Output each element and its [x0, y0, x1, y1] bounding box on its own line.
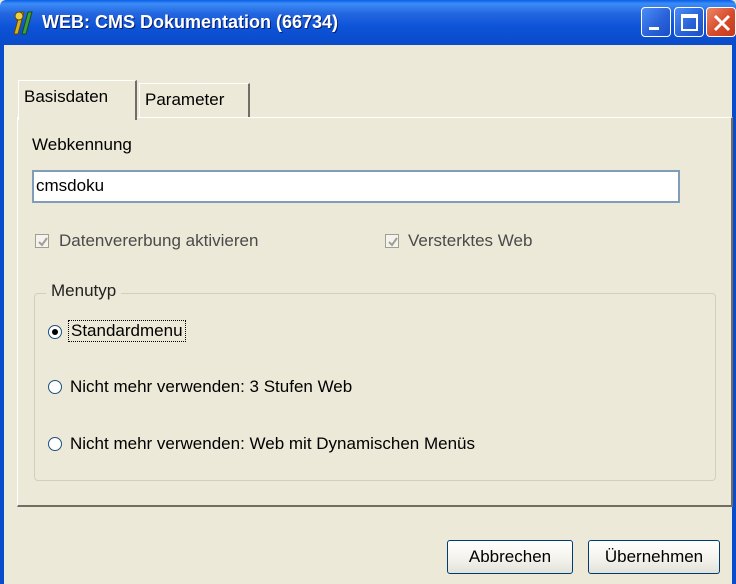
window-title: WEB: CMS Dokumentation (66734): [42, 12, 339, 32]
radio-dynamische-menues[interactable]: [48, 437, 62, 451]
webkennung-input[interactable]: cmsdoku: [32, 170, 680, 203]
radio-dot: [52, 329, 58, 335]
radio-standardmenu[interactable]: [48, 325, 62, 339]
tab-basisdaten-label: Basisdaten: [24, 87, 109, 106]
menutyp-legend: Menutyp: [46, 281, 122, 301]
tab-parameter[interactable]: Parameter: [139, 83, 250, 117]
minimize-icon: [649, 27, 659, 30]
checkmark-icon: [388, 237, 398, 247]
checkmark-icon: [38, 237, 48, 247]
radio-3-stufen-web[interactable]: [48, 380, 62, 394]
apply-button[interactable]: Übernehmen: [588, 540, 720, 574]
window-frame-left: [0, 45, 4, 584]
minimize-button[interactable]: [641, 7, 671, 37]
datenvererbung-label: Datenvererbung aktivieren: [59, 231, 259, 250]
maximize-button[interactable]: [674, 7, 704, 37]
datenvererbung-checkbox[interactable]: [35, 234, 49, 248]
webkennung-label: Webkennung: [32, 135, 132, 154]
versteckt-label: Versterktes Web: [408, 231, 533, 250]
maximize-icon: [681, 14, 698, 31]
versteckt-checkbox[interactable]: [385, 234, 399, 248]
radio-standardmenu-label: Standardmenu: [68, 320, 186, 342]
tab-parameter-label: Parameter: [145, 90, 225, 109]
app-icon: [13, 11, 33, 35]
close-button[interactable]: [706, 7, 736, 37]
tab-basisdaten[interactable]: Basisdaten: [18, 80, 137, 120]
title-bar: WEB: CMS Dokumentation (66734): [0, 0, 736, 45]
close-icon: [713, 14, 731, 32]
radio-dynamische-menues-label: Nicht mehr verwenden: Web mit Dynamische…: [70, 434, 476, 453]
radio-3-stufen-web-label: Nicht mehr verwenden: 3 Stufen Web: [70, 377, 353, 396]
cancel-button[interactable]: Abbrechen: [447, 540, 573, 574]
